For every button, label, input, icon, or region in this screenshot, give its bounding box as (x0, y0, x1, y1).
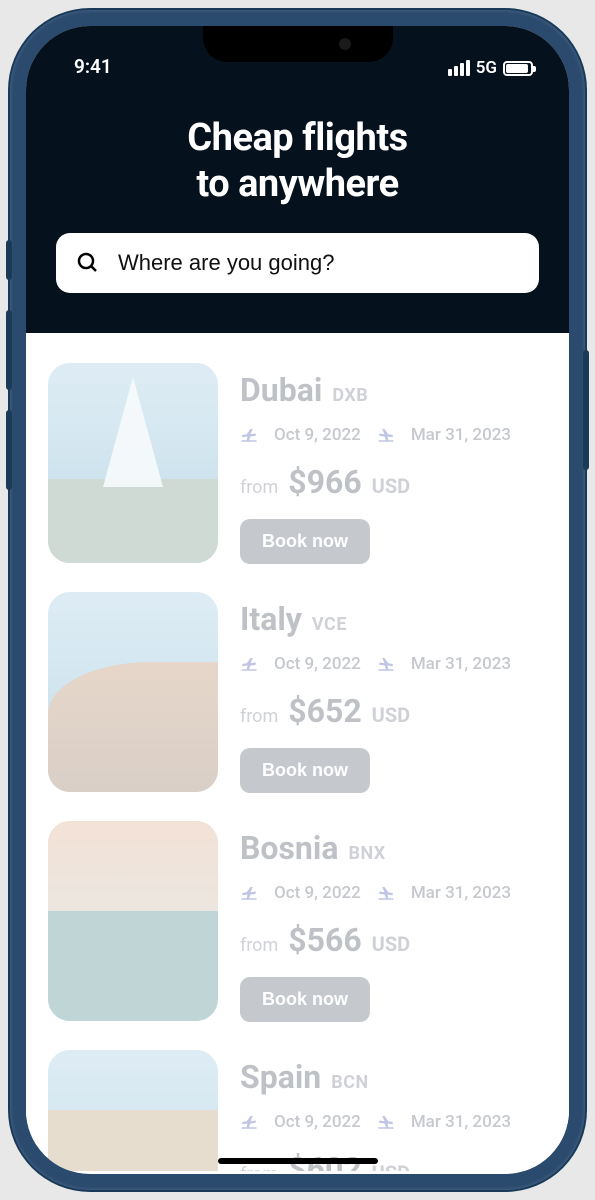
destination-name: Italy (240, 600, 302, 638)
results-list[interactable]: Dubai DXB Oct 9, 2022 Mar 31, 2023 from … (26, 333, 569, 1171)
search-icon (76, 251, 100, 275)
return-date: Mar 31, 2023 (411, 1112, 511, 1132)
return-date: Mar 31, 2023 (411, 425, 511, 445)
power-button (583, 350, 589, 470)
plane-depart-icon (240, 426, 258, 444)
book-now-button[interactable]: Book now (240, 519, 370, 564)
depart-date: Oct 9, 2022 (274, 425, 361, 445)
return-date: Mar 31, 2023 (411, 883, 511, 903)
currency: USD (372, 474, 411, 498)
date-row: Oct 9, 2022 Mar 31, 2023 (240, 654, 547, 674)
result-card[interactable]: Italy VCE Oct 9, 2022 Mar 31, 2023 from … (48, 578, 547, 807)
from-label: from (240, 935, 278, 956)
destination-thumbnail (48, 592, 218, 792)
status-time: 9:41 (74, 55, 112, 78)
date-row: Oct 9, 2022 Mar 31, 2023 (240, 425, 547, 445)
currency: USD (372, 932, 411, 956)
volume-up-button (6, 310, 12, 390)
result-info: Italy VCE Oct 9, 2022 Mar 31, 2023 from … (240, 592, 547, 793)
from-label: from (240, 706, 278, 727)
destination-thumbnail (48, 363, 218, 563)
date-row: Oct 9, 2022 Mar 31, 2023 (240, 1112, 547, 1132)
battery-icon (503, 61, 533, 76)
network-label: 5G (476, 58, 497, 78)
header: Cheap flights to anywhere (26, 86, 569, 333)
price: $966 (288, 463, 361, 501)
price: $652 (288, 692, 361, 730)
currency: USD (372, 1161, 411, 1171)
depart-date: Oct 9, 2022 (274, 883, 361, 903)
book-now-button[interactable]: Book now (240, 977, 370, 1022)
from-label: from (240, 1164, 278, 1171)
plane-depart-icon (240, 655, 258, 673)
page-title: Cheap flights to anywhere (56, 116, 539, 207)
price: $566 (288, 921, 361, 959)
mute-switch (6, 240, 12, 280)
depart-date: Oct 9, 2022 (274, 1112, 361, 1132)
search-input[interactable] (118, 250, 519, 276)
notch (203, 26, 393, 62)
result-info: Dubai DXB Oct 9, 2022 Mar 31, 2023 from … (240, 363, 547, 564)
screen: 9:41 5G Cheap flights to anywhere (26, 26, 569, 1174)
search-field[interactable] (56, 233, 539, 293)
destination-name: Dubai (240, 371, 322, 409)
result-card[interactable]: Spain BCN Oct 9, 2022 Mar 31, 2023 from … (48, 1036, 547, 1171)
result-info: Bosnia BNX Oct 9, 2022 Mar 31, 2023 from… (240, 821, 547, 1022)
destination-name: Bosnia (240, 829, 338, 867)
plane-return-icon (377, 1113, 395, 1131)
from-label: from (240, 477, 278, 498)
destination-thumbnail (48, 821, 218, 1021)
status-right: 5G (448, 58, 533, 78)
title-line-2: to anywhere (196, 162, 398, 206)
plane-return-icon (377, 426, 395, 444)
plane-return-icon (377, 884, 395, 902)
volume-down-button (6, 410, 12, 490)
airport-code: DXB (332, 385, 368, 406)
destination-name: Spain (240, 1058, 321, 1096)
currency: USD (372, 703, 411, 727)
result-info: Spain BCN Oct 9, 2022 Mar 31, 2023 from … (240, 1050, 547, 1171)
depart-date: Oct 9, 2022 (274, 654, 361, 674)
plane-depart-icon (240, 1113, 258, 1131)
plane-depart-icon (240, 884, 258, 902)
plane-return-icon (377, 655, 395, 673)
result-card[interactable]: Bosnia BNX Oct 9, 2022 Mar 31, 2023 from… (48, 807, 547, 1036)
airport-code: BCN (331, 1072, 368, 1093)
return-date: Mar 31, 2023 (411, 654, 511, 674)
destination-thumbnail (48, 1050, 218, 1171)
airport-code: VCE (312, 614, 347, 635)
airport-code: BNX (348, 843, 385, 864)
signal-icon (448, 60, 470, 76)
date-row: Oct 9, 2022 Mar 31, 2023 (240, 883, 547, 903)
home-indicator[interactable] (218, 1158, 378, 1164)
result-card[interactable]: Dubai DXB Oct 9, 2022 Mar 31, 2023 from … (48, 349, 547, 578)
book-now-button[interactable]: Book now (240, 748, 370, 793)
title-line-1: Cheap flights (187, 116, 407, 160)
phone-frame: 9:41 5G Cheap flights to anywhere (10, 10, 585, 1190)
